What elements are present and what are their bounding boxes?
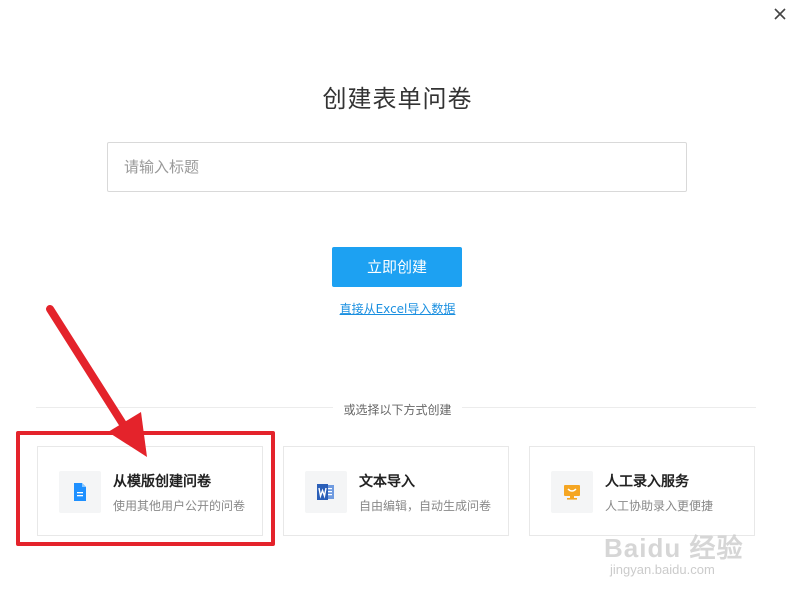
card-title: 从模版创建问卷 <box>113 474 211 490</box>
watermark-url: jingyan.baidu.com <box>610 562 715 577</box>
document-icon <box>74 483 86 501</box>
card-title: 人工录入服务 <box>605 474 689 490</box>
divider-label-wrap: 或选择以下方式创建 <box>0 399 791 418</box>
service-icon-box <box>551 471 593 513</box>
close-button[interactable] <box>770 4 790 24</box>
manual-entry-service-card[interactable]: 人工录入服务 人工协助录入更便捷 <box>529 446 755 536</box>
card-subtitle: 使用其他用户公开的问卷 <box>113 499 246 513</box>
title-input[interactable] <box>107 142 687 192</box>
word-icon <box>317 484 334 500</box>
service-icon <box>564 485 580 500</box>
import-excel-link[interactable]: 直接从Excel导入数据 <box>0 300 791 317</box>
close-icon <box>774 8 786 20</box>
template-icon-box <box>59 471 101 513</box>
text-import-card[interactable]: 文本导入 自由编辑，自动生成问卷 <box>283 446 509 536</box>
divider <box>36 407 756 408</box>
text-import-icon-box <box>305 471 347 513</box>
card-subtitle: 自由编辑，自动生成问卷 <box>359 499 492 513</box>
divider-label: 或选择以下方式创建 <box>333 403 462 417</box>
create-from-template-card[interactable]: 从模版创建问卷 使用其他用户公开的问卷 <box>37 446 263 536</box>
create-now-button[interactable]: 立即创建 <box>332 247 462 287</box>
card-subtitle: 人工协助录入更便捷 <box>605 499 714 513</box>
dialog-title: 创建表单问卷 <box>322 85 473 113</box>
card-title: 文本导入 <box>359 474 415 490</box>
